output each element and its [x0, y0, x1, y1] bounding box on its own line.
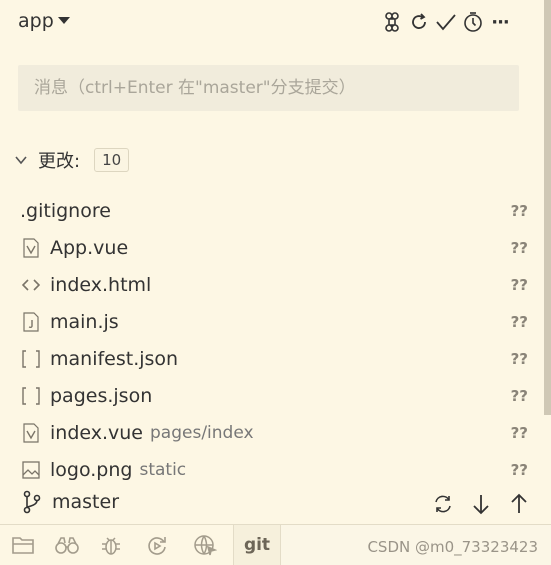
scm-header: app ··· [0, 0, 551, 44]
explorer-folder-icon[interactable] [0, 525, 46, 565]
file-row[interactable]: pages.json ?? [0, 377, 551, 414]
commit-check-icon[interactable] [435, 11, 457, 33]
file-name: .gitignore [20, 199, 111, 222]
browser-globe-icon[interactable] [182, 525, 228, 565]
file-name: index.html [50, 273, 152, 296]
vue-file-icon [20, 422, 42, 444]
file-row[interactable]: index.vue pages/index ?? [0, 414, 551, 451]
changed-files-list: .gitignore ?? App.vue ?? index.html ?? m… [0, 192, 551, 481]
sync-controls [431, 492, 531, 516]
image-icon [20, 459, 42, 481]
file-status: ?? [510, 349, 528, 368]
branch-name: master [52, 491, 120, 513]
sync-icon[interactable] [431, 492, 455, 516]
file-status: ?? [510, 386, 528, 405]
file-name: pages.json [50, 384, 153, 407]
file-status: ?? [510, 201, 528, 220]
vue-file-icon [20, 237, 42, 259]
pull-arrow-down-icon[interactable] [469, 492, 493, 516]
file-dir: static [139, 459, 187, 480]
git-tab-label: git [243, 535, 271, 555]
git-branch-icon [23, 490, 41, 514]
activity-bar: git CSDN @m0_73323423 [0, 524, 551, 565]
json-icon [20, 385, 42, 407]
file-status: ?? [510, 312, 528, 331]
repo-name: app [18, 10, 54, 32]
commit-message-box [18, 65, 519, 111]
changes-count-badge: 10 [94, 148, 130, 172]
scm-toolbar: ··· [381, 11, 511, 33]
watermark-text: CSDN @m0_73323423 [367, 538, 538, 556]
repo-selector[interactable]: app [18, 10, 70, 32]
binoculars-icon[interactable] [44, 525, 90, 565]
scrollbar[interactable] [544, 0, 551, 415]
js-file-icon [20, 311, 42, 333]
editor-area[interactable]: CSDN @m0_73323423 [280, 525, 551, 565]
history-icon[interactable] [462, 11, 484, 33]
debug-bug-icon[interactable] [88, 525, 134, 565]
run-restart-icon[interactable] [134, 525, 180, 565]
json-icon [20, 348, 42, 370]
tab-git[interactable]: git [233, 525, 281, 565]
file-status: ?? [510, 238, 528, 257]
code-icon [20, 274, 42, 296]
file-name: index.vue [50, 421, 143, 444]
command-icon[interactable] [381, 11, 403, 33]
branch-selector[interactable]: master [22, 490, 119, 514]
file-name: manifest.json [50, 347, 179, 370]
refresh-icon[interactable] [408, 11, 430, 33]
file-row[interactable]: .gitignore ?? [0, 192, 551, 229]
commit-message-input[interactable] [18, 65, 519, 111]
more-icon[interactable]: ··· [489, 11, 511, 33]
changes-label: 更改: [38, 151, 81, 172]
file-dir: pages/index [150, 422, 254, 443]
file-row[interactable]: index.html ?? [0, 266, 551, 303]
push-arrow-up-icon[interactable] [507, 492, 531, 516]
file-row[interactable]: App.vue ?? [0, 229, 551, 266]
file-status: ?? [510, 460, 528, 479]
file-row[interactable]: logo.png static ?? [0, 451, 551, 480]
file-status: ?? [510, 423, 528, 442]
file-row[interactable]: manifest.json ?? [0, 340, 551, 377]
file-name: App.vue [50, 236, 129, 259]
changes-header[interactable]: 更改: 10 [14, 147, 130, 173]
file-name: main.js [50, 310, 119, 333]
file-name: logo.png [50, 458, 133, 481]
file-row[interactable]: main.js ?? [0, 303, 551, 340]
branch-bar: master [0, 484, 551, 524]
caret-down-icon [57, 17, 70, 24]
chevron-down-icon [15, 156, 27, 165]
file-status: ?? [510, 275, 528, 294]
